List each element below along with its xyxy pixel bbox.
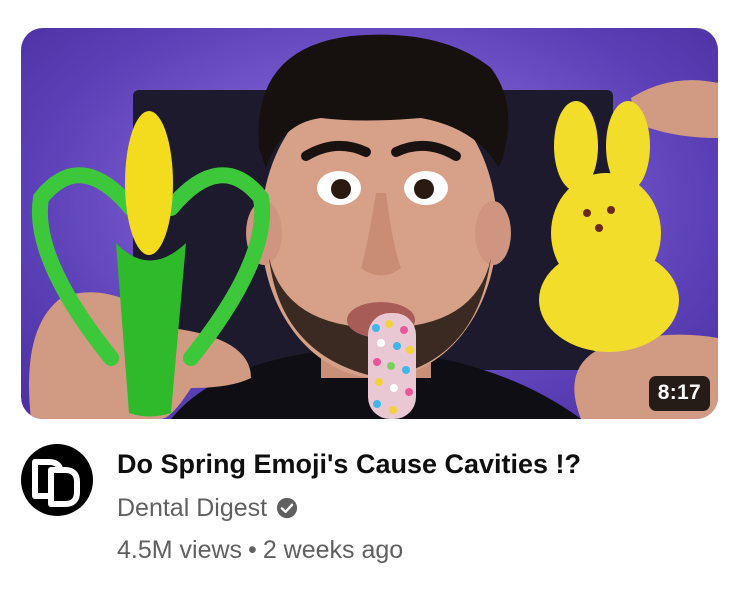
peep-bunny-candy (539, 101, 679, 352)
video-card[interactable]: 8:17 Do Spring Emoji's Cause Cavities !?… (0, 0, 740, 610)
video-thumbnail[interactable]: 8:17 (21, 28, 718, 419)
channel-logo-icon (32, 459, 80, 507)
video-stats: 4.5M views • 2 weeks ago (117, 534, 717, 566)
view-count: 4.5M views (117, 536, 243, 564)
meta-separator: • (248, 536, 257, 564)
thumbnail-image (29, 34, 718, 419)
verified-check-icon (276, 497, 298, 519)
channel-name[interactable]: Dental Digest (117, 492, 267, 524)
channel-row: Dental Digest (117, 492, 717, 524)
video-details: Do Spring Emoji's Cause Cavities !? Dent… (117, 446, 717, 566)
video-title[interactable]: Do Spring Emoji's Cause Cavities !? (117, 446, 717, 482)
person-ear-right (475, 201, 511, 265)
duration-badge: 8:17 (648, 376, 710, 411)
channel-avatar[interactable] (21, 444, 93, 516)
upload-age: 2 weeks ago (262, 536, 404, 564)
